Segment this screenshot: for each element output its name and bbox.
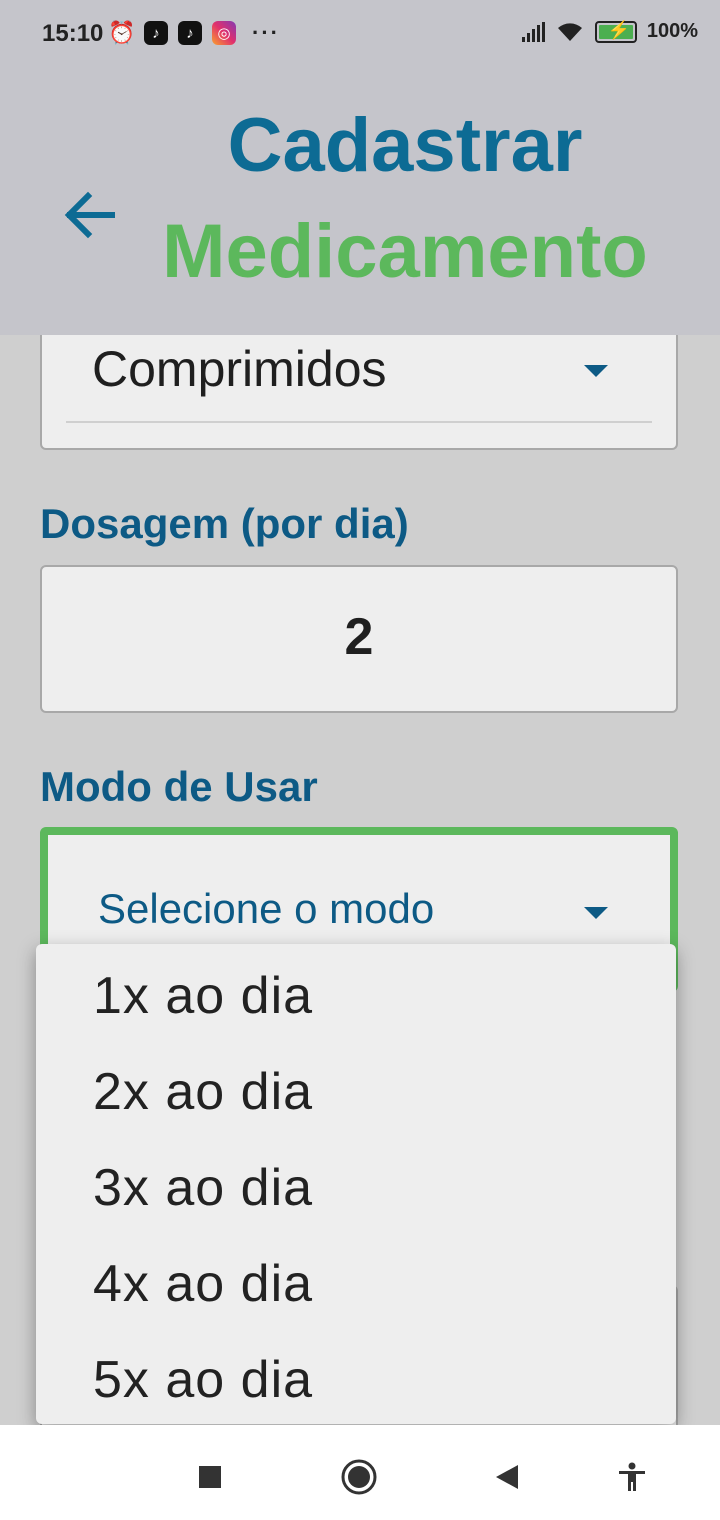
system-status: ⚡ 100% — [521, 20, 698, 43]
app-header: Cadastrar Medicamento — [0, 70, 720, 335]
dosagem-label: Dosagem (por dia) — [40, 500, 409, 547]
dropdown-option[interactable]: 5x ao dia — [36, 1330, 676, 1426]
notification-icons: ⏰ ♪ ♪ ◎ ··· — [108, 20, 280, 46]
back-nav-button[interactable] — [487, 1457, 527, 1497]
page-title-line2: Medicamento — [162, 209, 648, 294]
status-time: 15:10 — [42, 20, 104, 47]
dosagem-value: 2 — [344, 608, 374, 666]
back-icon — [496, 1465, 518, 1489]
system-nav-bar — [0, 1425, 720, 1520]
accessibility-button[interactable] — [612, 1457, 652, 1497]
more-notifications: ··· — [252, 20, 280, 45]
tiktok-icon: ♪ — [144, 21, 168, 45]
dropdown-option-label: 3x ao dia — [93, 1159, 314, 1217]
divider — [66, 421, 652, 423]
instagram-icon: ◎ — [212, 21, 236, 45]
battery-level: 100% — [646, 20, 698, 42]
dropdown-option[interactable]: 3x ao dia — [36, 1138, 676, 1234]
alarm-icon: ⏰ — [108, 20, 136, 45]
home-icon — [341, 1459, 377, 1495]
recents-icon — [199, 1466, 221, 1488]
tipo-select-value: Comprimidos — [92, 341, 387, 397]
dropdown-option-label: 4x ao dia — [93, 1255, 314, 1313]
dropdown-option[interactable]: 4x ao dia — [36, 1234, 676, 1330]
wifi-icon — [557, 22, 582, 41]
status-bar: 15:10 ⏰ ♪ ♪ ◎ ··· ⚡ 100% — [0, 0, 720, 70]
tipo-select[interactable]: Comprimidos — [40, 335, 678, 450]
recents-button[interactable] — [190, 1457, 230, 1497]
modo-label: Modo de Usar — [40, 763, 318, 810]
modo-select-placeholder: Selecione o modo — [98, 885, 435, 932]
battery-icon: ⚡ — [594, 20, 637, 43]
dropdown-option[interactable]: 1x ao dia — [36, 946, 676, 1042]
arrow-left-icon — [64, 191, 115, 239]
back-button[interactable] — [55, 180, 125, 250]
modo-dropdown-menu: 1x ao dia 2x ao dia 3x ao dia 4x ao dia … — [36, 944, 676, 1424]
caret-down-icon — [584, 365, 608, 377]
dosagem-input[interactable]: 2 — [40, 565, 678, 713]
home-button[interactable] — [339, 1457, 379, 1497]
dropdown-option-label: 1x ao dia — [93, 967, 314, 1025]
dropdown-option-label: 5x ao dia — [93, 1351, 314, 1409]
page-title-line1: Cadastrar — [227, 103, 583, 188]
dropdown-option[interactable]: 2x ao dia — [36, 1042, 676, 1138]
caret-down-icon — [584, 907, 608, 919]
dropdown-option-label: 2x ao dia — [93, 1063, 314, 1121]
accessibility-icon — [619, 1462, 645, 1491]
tiktok-icon: ♪ — [178, 21, 202, 45]
signal-icon — [521, 21, 545, 42]
